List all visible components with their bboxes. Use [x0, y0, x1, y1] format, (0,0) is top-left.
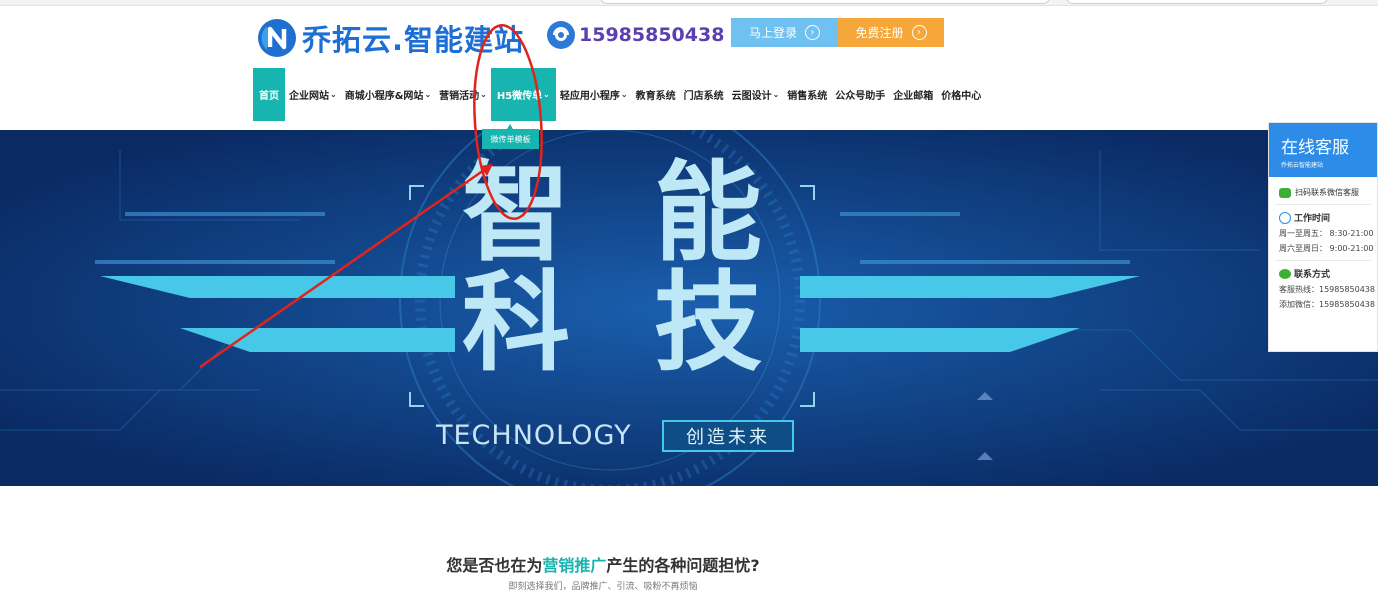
nav-design[interactable]: 云图设计 ⌄ — [728, 68, 784, 121]
browser-address-bar[interactable] — [600, 0, 1050, 4]
section-title: 您是否也在为营销推广产生的各种问题担忧? — [0, 552, 1206, 576]
chevron-down-icon: ⌄ — [772, 90, 780, 99]
nav-wechat-assistant[interactable]: 公众号助手 — [831, 68, 889, 121]
browser-strip — [0, 0, 1378, 6]
hero-char: 能 — [653, 151, 762, 276]
cs-hours-weekend: 周六至周日： 9:00-21:00 — [1279, 244, 1374, 253]
cs-hours-weekday: 周一至周五： 8:30-21:00 — [1279, 229, 1374, 238]
dropdown-item-template[interactable]: 微传单模板 — [482, 129, 539, 149]
nav-enterprise-site[interactable]: 企业网站 ⌄ — [285, 68, 341, 121]
nav-light-app[interactable]: 轻应用小程序 ⌄ — [556, 68, 632, 121]
login-label: 马上登录 — [748, 26, 797, 40]
nav-marketing[interactable]: 营销活动 ⌄ — [435, 68, 491, 121]
cs-wechat-id: 添加微信：15985850438 — [1279, 300, 1375, 309]
register-label: 免费注册 — [855, 26, 904, 40]
nav-education[interactable]: 教育系统 — [632, 68, 680, 121]
nav-label: 企业网站 — [289, 91, 329, 102]
brand-name: 乔拓云.智能建站 — [302, 23, 525, 57]
cs-header: 在线客服 乔拓云智能建站 — [1269, 123, 1377, 177]
slogan-box: 创造未来 — [662, 420, 794, 452]
nav-label: H5微传单 — [496, 91, 543, 102]
cs-hours-title-row: 工作时间 — [1269, 211, 1377, 224]
nav-label: 轻应用小程序 — [559, 91, 620, 102]
nav-email[interactable]: 企业邮箱 — [889, 68, 937, 121]
hero-char: 技 — [653, 261, 762, 386]
headset-icon — [547, 21, 575, 49]
nav-label: 门店系统 — [683, 91, 724, 102]
nav-sales[interactable]: 销售系统 — [783, 68, 831, 121]
slogan-text: 创造未来 — [686, 427, 770, 448]
nav-label: 商城小程序&网站 — [344, 91, 424, 102]
chevron-down-icon: ⌄ — [480, 90, 487, 99]
arrow-right-icon: › — [911, 25, 927, 40]
nav-home[interactable]: 首页 — [253, 68, 285, 121]
hero-line2: 科 技 — [462, 268, 762, 380]
nav-label: 首页 — [259, 91, 279, 102]
hero-char: 科 — [462, 261, 571, 386]
nav-pricing[interactable]: 价格中心 — [937, 68, 985, 121]
register-button[interactable]: 免费注册 › — [838, 18, 944, 47]
nav-label: 云图设计 — [731, 91, 772, 102]
browser-search-bar[interactable] — [1066, 0, 1328, 4]
nav-label: 销售系统 — [787, 91, 828, 102]
cs-contact-title: 联系方式 — [1294, 270, 1331, 280]
arrow-right-icon: › — [805, 25, 820, 40]
chevron-down-icon: ⌄ — [330, 90, 337, 99]
site-logo[interactable]: 乔拓云.智能建站 — [258, 18, 524, 58]
phone-contact: 15985850438 — [547, 20, 724, 50]
chevron-down-icon: ⌄ — [543, 90, 550, 99]
section-title-pre: 您是否也在为 — [446, 556, 543, 575]
chevron-down-icon: ⌄ — [620, 90, 628, 99]
cs-wechat-row[interactable]: 扫码联系微信客服 — [1269, 187, 1377, 198]
nav-label: 公众号助手 — [835, 91, 886, 102]
hero-char: 智 — [462, 151, 571, 276]
nav-label: 营销活动 — [439, 91, 480, 102]
divider — [1275, 260, 1371, 261]
clock-icon — [1279, 211, 1291, 224]
phone-number: 15985850438 — [579, 24, 725, 46]
cs-contact-title-row: 联系方式 — [1269, 267, 1377, 280]
chevron-down-icon: ⌄ — [424, 90, 432, 99]
main-nav: 首页 企业网站 ⌄ 商城小程序&网站 ⌄ 营销活动 ⌄ H5微传单 ⌄ 轻应用小程序 ⌄ … — [253, 68, 985, 121]
cs-subtitle: 乔拓云智能建站 — [1281, 162, 1324, 169]
cs-title: 在线客服 — [1281, 138, 1349, 158]
section-subtitle: 即刻选择我们，品牌推广、引流、吸粉不再烦恼 — [508, 582, 698, 592]
technology-text: TECHNOLOGY — [436, 420, 632, 451]
nav-mall[interactable]: 商城小程序&网站 ⌄ — [341, 68, 435, 121]
cs-hours-title: 工作时间 — [1294, 214, 1331, 224]
hero-text: 智 能 科 技 TECHNOLOGY 创造未来 — [0, 130, 1378, 486]
cs-wechat-label: 扫码联系微信客服 — [1295, 188, 1359, 197]
nav-label: 教育系统 — [635, 91, 676, 102]
nav-h5[interactable]: H5微传单 ⌄ — [490, 68, 556, 121]
hero-line1: 智 能 — [462, 158, 762, 270]
nav-label: 价格中心 — [941, 91, 982, 102]
nav-label: 企业邮箱 — [893, 91, 934, 102]
divider — [1275, 204, 1371, 205]
customer-service-panel: 在线客服 乔拓云智能建站 扫码联系微信客服 工作时间 周一至周五： 8:30-2… — [1268, 122, 1378, 352]
section-title-highlight: 营销推广 — [542, 556, 607, 575]
nav-store[interactable]: 门店系统 — [680, 68, 728, 121]
logo-n-icon — [258, 19, 296, 57]
wechat-icon — [1279, 187, 1291, 198]
cs-hotline: 客服热线：15985850438 — [1279, 285, 1375, 294]
section-title-post: 产生的各种问题担忧? — [606, 556, 760, 575]
chat-bubble-icon — [1279, 268, 1291, 279]
login-button[interactable]: 马上登录 › — [731, 18, 838, 47]
